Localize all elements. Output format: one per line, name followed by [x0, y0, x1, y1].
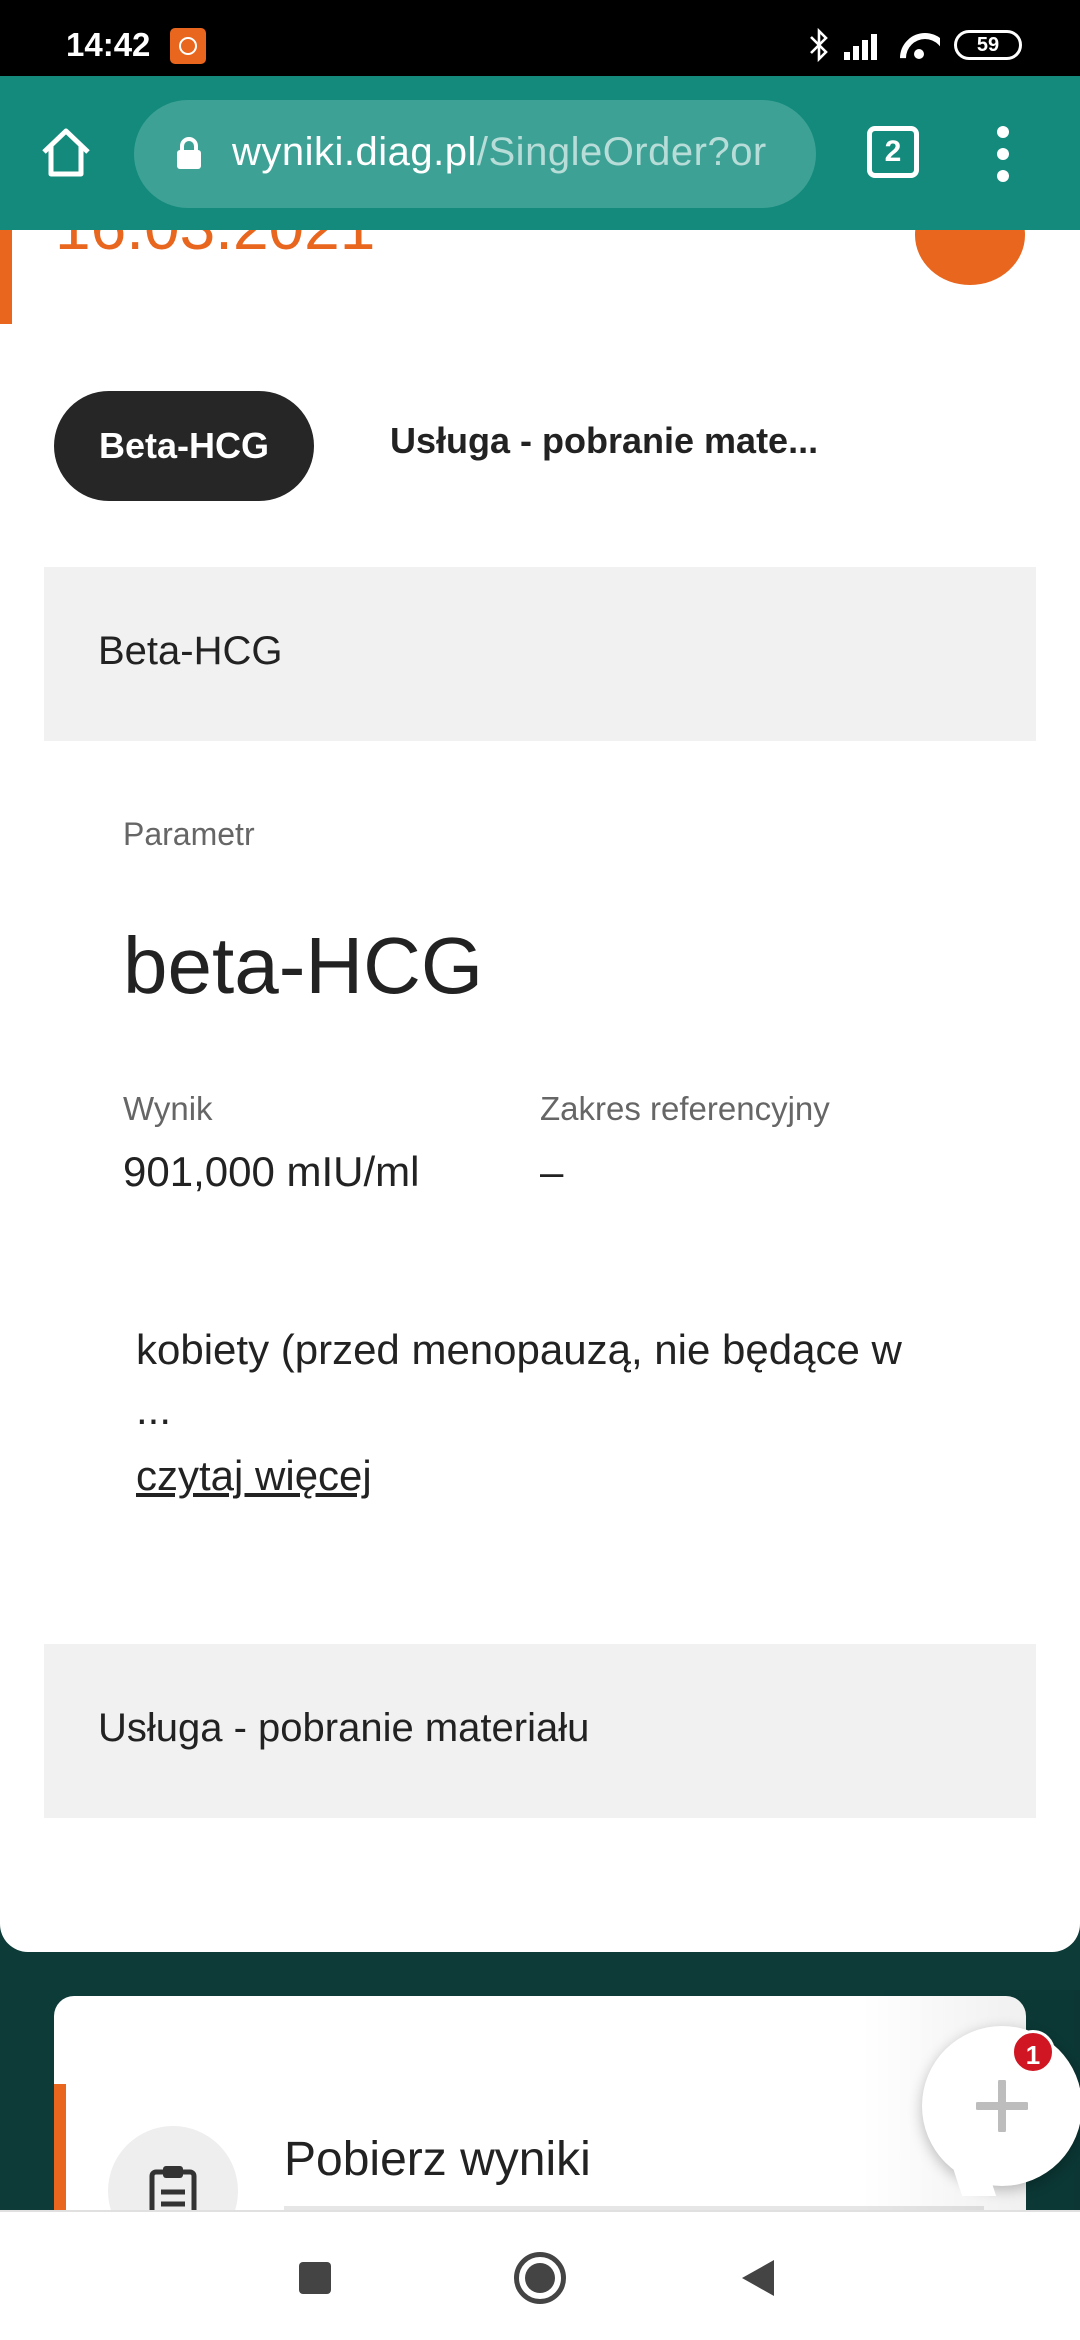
chip-beta-hcg[interactable]: Beta-HCG [54, 391, 314, 501]
read-more-link[interactable]: czytaj więcej [136, 1452, 372, 1500]
lock-icon [177, 137, 201, 169]
status-bar: 14:42 59 [0, 0, 1080, 76]
url-domain: wyniki.diag.pl [232, 130, 477, 174]
section-service[interactable]: Usługa - pobranie materiału [44, 1644, 1036, 1818]
signal-icon [844, 30, 884, 60]
reference-note: kobiety (przed menopauzą, nie będące w .… [136, 1320, 902, 1440]
nav-back-icon[interactable] [742, 2260, 774, 2296]
bluetooth-icon [810, 28, 828, 62]
notification-badge: 1 [1011, 2030, 1055, 2074]
section-beta-hcg[interactable]: Beta-HCG [44, 567, 1036, 741]
home-icon[interactable] [38, 124, 94, 180]
system-nav-bar [0, 2210, 1080, 2340]
section-title: Usługa - pobranie materiału [98, 1706, 590, 1750]
nav-recents-icon[interactable] [299, 2262, 331, 2294]
url-path: /SingleOrder?or [476, 130, 767, 174]
tabs-icon[interactable]: 2 [867, 126, 919, 178]
section-title: Beta-HCG [98, 629, 283, 673]
order-card: 16.03.2021 Beta-HCG Usługa - pobranie ma… [0, 230, 1080, 1952]
address-bar[interactable]: wyniki.diag.pl/SingleOrder?or [134, 100, 816, 208]
browser-toolbar: wyniki.diag.pl/SingleOrder?or 2 [0, 76, 1080, 230]
download-title: Pobierz wyniki [284, 2133, 591, 2186]
note-line: kobiety (przed menopauzą, nie będące w [136, 1326, 902, 1373]
nav-home-icon[interactable] [514, 2252, 566, 2304]
wifi-icon [898, 29, 940, 61]
order-date: 16.03.2021 [55, 230, 375, 264]
range-value: – [540, 1148, 564, 1195]
note-ellipsis: ... [136, 1386, 172, 1433]
status-time: 14:42 [66, 26, 151, 63]
range-label: Zakres referencyjny [540, 1090, 830, 1127]
chat-fab[interactable] [922, 2026, 1080, 2186]
result-value: 901,000 mIU/ml [123, 1148, 420, 1195]
url-text: wyniki.diag.pl/SingleOrder?or [232, 130, 767, 175]
param-label: Parametr [123, 816, 255, 852]
app-notification-icon [170, 28, 206, 64]
param-name: beta-HCG [123, 921, 484, 1010]
result-label: Wynik [123, 1090, 213, 1127]
plus-icon [976, 2080, 1028, 2132]
menu-dots-icon[interactable] [996, 126, 1010, 182]
chip-service[interactable]: Usługa - pobranie mate... [390, 420, 818, 462]
accent-bar [0, 230, 12, 324]
battery-icon: 59 [954, 30, 1022, 60]
status-circle [915, 230, 1025, 285]
status-icons: 59 [808, 28, 1022, 62]
